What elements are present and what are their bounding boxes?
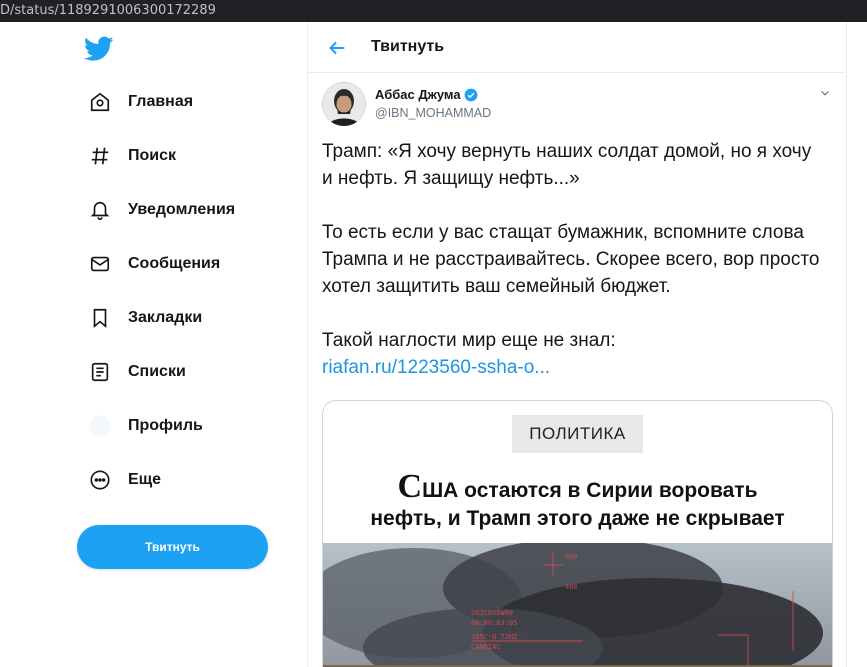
- sidebar-item-label: Еще: [128, 471, 162, 488]
- page-header: Твитнуть: [308, 22, 847, 73]
- author-name-text: Аббас Джума: [375, 87, 461, 102]
- sidebar-item-label: Списки: [128, 363, 186, 380]
- sidebar-item-notifications[interactable]: Уведомления: [76, 188, 247, 232]
- compose-tweet-button[interactable]: Твитнуть: [77, 525, 268, 569]
- tweet-detail-column: Твитнуть Аббас Джума @IBN_MOHAMMAD Трамп…: [307, 22, 847, 667]
- back-arrow-icon[interactable]: [326, 37, 348, 59]
- sidebar-item-label: Закладки: [128, 309, 203, 326]
- hashtag-icon: [88, 144, 112, 168]
- tweet-paragraph: Такой наглости мир еще не знал:: [322, 330, 616, 351]
- bookmark-icon: [88, 306, 112, 330]
- twitter-logo-icon[interactable]: [84, 36, 114, 62]
- sidebar-item-profile[interactable]: Профиль: [76, 404, 215, 448]
- sidebar-nav: Главная Поиск Уведомления Сообщения Закл…: [0, 22, 307, 667]
- envelope-icon: [88, 252, 112, 276]
- sidebar-item-messages[interactable]: Сообщения: [76, 242, 232, 286]
- sidebar-item-more[interactable]: Еще: [76, 458, 173, 502]
- avatar[interactable]: [322, 82, 366, 126]
- tweet-link[interactable]: riafan.ru/1223560-ssha-o...: [322, 357, 550, 378]
- sidebar-item-lists[interactable]: Списки: [76, 350, 198, 394]
- chevron-down-icon[interactable]: [818, 86, 832, 100]
- headline-dropcap: С: [397, 468, 423, 505]
- headline-line-1: ША остаются в Сирии воровать: [422, 479, 758, 502]
- sidebar-item-explore[interactable]: Поиск: [76, 134, 188, 178]
- svg-text:20JC0X6W80: 20JC0X6W80: [471, 609, 513, 617]
- tweet-paragraph: Трамп: «Я хочу вернуть наших солдат домо…: [322, 141, 812, 189]
- bell-icon: [88, 198, 112, 222]
- home-icon: [88, 90, 112, 114]
- svg-text:600: 600: [565, 553, 578, 561]
- sidebar-item-bookmarks[interactable]: Закладки: [76, 296, 214, 340]
- sidebar-item-label: Главная: [128, 93, 194, 110]
- list-icon: [88, 360, 112, 384]
- sidebar-item-label: Поиск: [128, 147, 177, 164]
- verified-badge-icon: [464, 88, 477, 101]
- headline-line-2: нефть, и Трамп этого даже не скрывает: [370, 507, 785, 530]
- profile-icon: [88, 414, 112, 438]
- author-handle[interactable]: @IBN_MOHAMMAD: [375, 106, 491, 120]
- category-badge: ПОЛИТИКА: [512, 415, 643, 453]
- link-preview-card[interactable]: ПОЛИТИКА США остаются в Сирии воровать н…: [322, 400, 833, 667]
- more-icon: [88, 468, 112, 492]
- author-name[interactable]: Аббас Джума: [375, 87, 478, 102]
- svg-text:400: 400: [565, 583, 578, 591]
- card-headline: США остаются в Сирии воровать нефть, и Т…: [323, 470, 832, 533]
- sidebar-item-home[interactable]: Главная: [76, 80, 205, 124]
- svg-text:385C-U 72HZ: 385C-U 72HZ: [471, 633, 517, 641]
- sidebar-item-label: Сообщения: [128, 255, 221, 272]
- card-image: 20JC0X6W80 00:00:03:05 385C-U 72HZ CARDI…: [323, 543, 832, 667]
- tweet-paragraph: То есть если у вас стащат бумажник, вспо…: [322, 222, 820, 297]
- svg-text:00:00:03:05: 00:00:03:05: [471, 619, 517, 627]
- svg-text:CARDIAC: CARDIAC: [471, 643, 501, 651]
- tweet-body: Трамп: «Я хочу вернуть наших солдат домо…: [322, 138, 822, 381]
- page-title: Твитнуть: [371, 38, 445, 55]
- browser-url-bar[interactable]: D/status/1189291006300172289: [0, 0, 867, 22]
- sidebar-item-label: Профиль: [128, 417, 203, 434]
- sidebar-item-label: Уведомления: [128, 201, 236, 218]
